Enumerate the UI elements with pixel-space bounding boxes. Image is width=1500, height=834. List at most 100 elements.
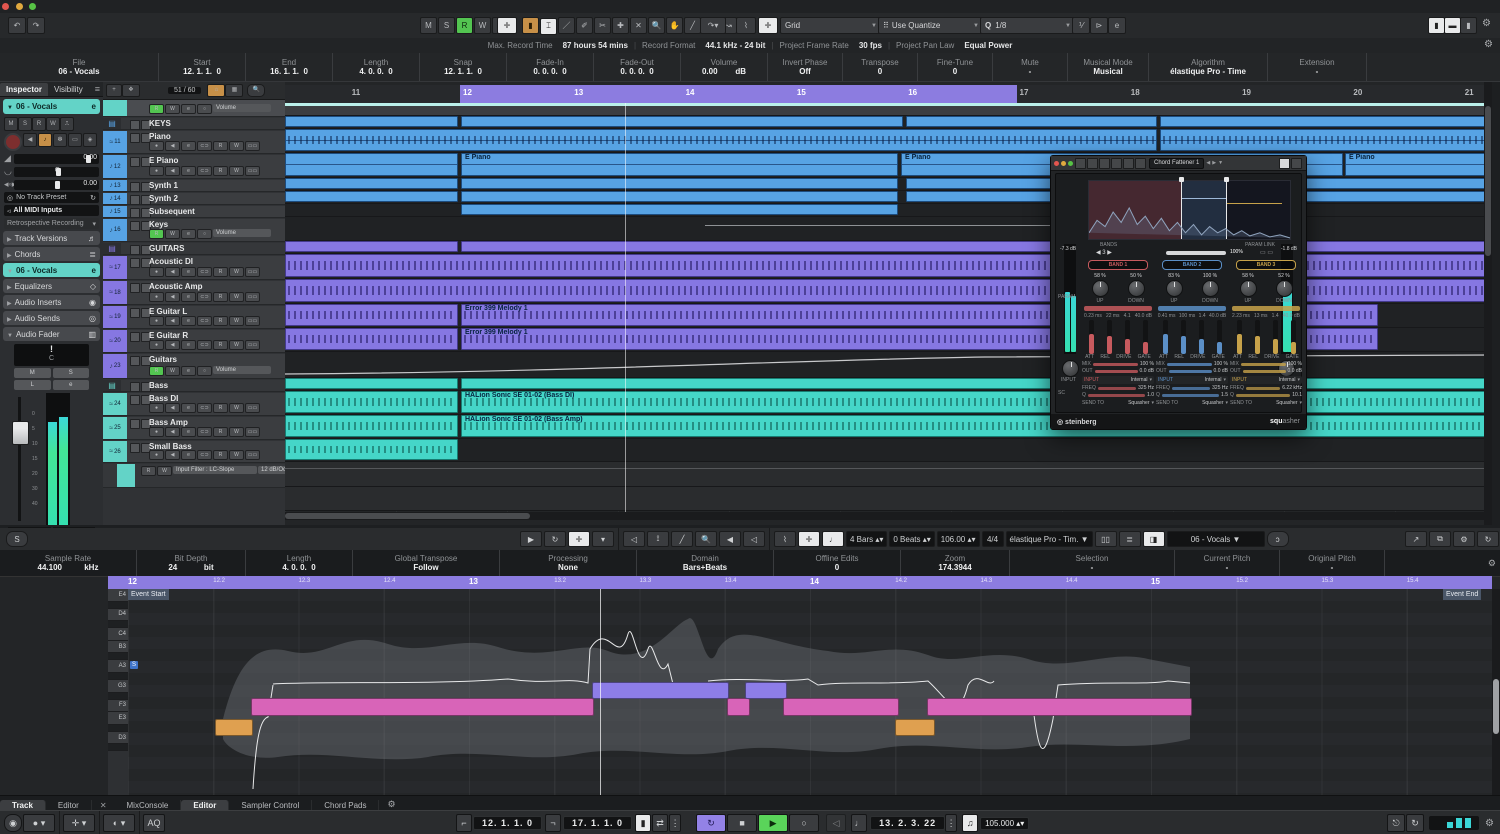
info-field[interactable]: Processing None: [500, 550, 637, 576]
preset-prev-icon[interactable]: ◀: [1206, 160, 1210, 166]
monitor-button[interactable]: ◀: [165, 450, 180, 460]
cycle-button[interactable]: ↻: [696, 814, 727, 832]
hamburger-icon[interactable]: ≡: [95, 84, 100, 94]
send-caret[interactable]: ▾: [1225, 400, 1228, 406]
fader-e-button[interactable]: e: [52, 380, 89, 390]
reset-quantize-icon[interactable]: e: [1108, 17, 1126, 34]
band-header-1[interactable]: BAND 1: [1088, 260, 1148, 270]
info-field[interactable]: Snap 12. 1. 1. 0: [420, 53, 507, 81]
band-up-knob-control[interactable]: [1091, 280, 1109, 297]
row-bar[interactable]: [1166, 362, 1212, 366]
read-button[interactable]: R: [213, 316, 228, 326]
track-row-subsequent[interactable]: ♪ 15 Subsequent: [103, 206, 285, 218]
read-button[interactable]: R: [213, 340, 228, 350]
input-routing-field[interactable]: ◃ All MIDI Inputs: [4, 205, 99, 216]
editor-v-scrollbar[interactable]: [1492, 589, 1500, 801]
info-field[interactable]: End 16. 1. 1. 0: [246, 53, 333, 81]
zoom-tool[interactable]: ✚: [612, 17, 629, 34]
monitor-button[interactable]: ◀: [165, 292, 180, 302]
edit-channel-button[interactable]: e: [181, 292, 196, 302]
freq-bar[interactable]: [1097, 386, 1137, 390]
lane-buttons[interactable]: ▭▭: [245, 403, 260, 413]
input-row-caret[interactable]: ▾: [1297, 377, 1300, 383]
read-button[interactable]: R: [149, 229, 164, 239]
audio-event[interactable]: [285, 279, 1157, 302]
row-bar[interactable]: [1092, 362, 1138, 366]
audio-event[interactable]: [285, 116, 458, 127]
write-button[interactable]: W: [165, 366, 180, 376]
quantize-value-dropdown[interactable]: Q 1/8 ▼: [980, 17, 1076, 34]
read-button[interactable]: R: [213, 450, 228, 460]
band-slider-att[interactable]: [1088, 320, 1094, 354]
input-row-caret[interactable]: ▾: [1223, 377, 1226, 383]
editor-open-in-window-icon[interactable]: ↗: [1405, 531, 1427, 547]
monitor-button[interactable]: ◀: [165, 403, 180, 413]
iterative-quantize-icon[interactable]: ⅟: [1072, 17, 1090, 34]
lane-buttons[interactable]: ▭▭: [245, 292, 260, 302]
black-key[interactable]: [108, 653, 128, 661]
automation-parameter-field[interactable]: Volume: [213, 229, 271, 237]
edit-channel-button[interactable]: e: [181, 229, 196, 239]
info-field[interactable]: Start 12. 1. 1. 0: [159, 53, 246, 81]
automation-lane-row[interactable]: R W Input Filter : LC-Slope 12 dB/Oct: [103, 464, 294, 488]
global-w-button[interactable]: W: [474, 17, 491, 34]
audio-event[interactable]: [285, 241, 458, 252]
mute-button[interactable]: [130, 332, 140, 342]
automation-parameter-field[interactable]: Volume: [213, 104, 271, 112]
black-key[interactable]: [108, 744, 128, 752]
preset-next-icon[interactable]: ▶: [1212, 160, 1216, 166]
audio-event[interactable]: [461, 178, 898, 189]
variaudio-segment[interactable]: [745, 682, 787, 699]
inspector-section-audio-inserts[interactable]: ▶ Audio Inserts ◉: [3, 295, 100, 309]
monitor-mode-dropdown[interactable]: ◐ ▾: [103, 814, 135, 832]
metronome-click-icon[interactable]: ◉: [4, 814, 22, 832]
audio-event[interactable]: [285, 415, 458, 437]
global-s-button[interactable]: S: [438, 17, 455, 34]
mute-button[interactable]: [130, 120, 140, 130]
monitor-icon[interactable]: ◀: [23, 133, 37, 147]
editor-piano-keys[interactable]: E4 D4 C4 B3 A3 S G3 F3 E3 D3: [108, 589, 138, 801]
white-key[interactable]: E3: [108, 712, 128, 725]
insert-bypass-button[interactable]: ⊂⊃: [197, 141, 212, 151]
read-button[interactable]: R: [213, 141, 228, 151]
send-caret[interactable]: ▾: [1299, 400, 1302, 406]
editor-playhead[interactable]: [600, 589, 601, 801]
preset-icon[interactable]: [1123, 157, 1134, 169]
maximize-window-icon[interactable]: [29, 3, 37, 10]
track-row-e-guitar-r[interactable]: ≈20 E Guitar R ● ◀ e ⊂⊃ R W ▭▭: [103, 330, 285, 353]
quantize-dropdown[interactable]: ⠿ Use Quantize ▼: [878, 17, 984, 34]
band-slider-rel[interactable]: [1254, 320, 1260, 354]
editor-quantize-note-icon[interactable]: ♩: [822, 531, 844, 547]
inspector-r-button[interactable]: R: [32, 117, 46, 131]
inspector-section-equalizers[interactable]: ▶ Equalizers ◇: [3, 279, 100, 293]
locator-options-icon[interactable]: ⋮: [669, 814, 682, 832]
record-mode-dropdown[interactable]: ● ▾: [23, 814, 55, 832]
edit-channel-button[interactable]: e: [181, 267, 196, 277]
info-field[interactable]: Invert Phase Off: [768, 53, 843, 81]
info-field[interactable]: Musical Mode Musical: [1068, 53, 1149, 81]
freeze-button[interactable]: ○: [197, 104, 212, 114]
mute-tool[interactable]: ✕: [630, 17, 647, 34]
plugin-titlebar[interactable]: Chord Fattener 1 ◀ ▶ ▼: [1051, 156, 1306, 171]
insert-bypass-button[interactable]: ⊂⊃: [197, 292, 212, 302]
audio-event[interactable]: [285, 191, 458, 202]
info-field[interactable]: Mute -: [993, 53, 1068, 81]
project-ruler[interactable]: 11 12 13 14 15 16 17 18 19 20 21: [285, 85, 1492, 104]
band-slider-rel[interactable]: [1106, 320, 1112, 354]
record-enable-button[interactable]: ●: [149, 403, 164, 413]
mute-button[interactable]: [130, 221, 140, 231]
add-track-icon[interactable]: +: [106, 84, 122, 97]
white-key[interactable]: D3: [108, 731, 128, 745]
goto-left-locator-icon[interactable]: ⌐: [456, 814, 472, 832]
param-link-buttons[interactable]: ▭ ▭: [1260, 249, 1273, 256]
info-field[interactable]: Domain Bars+Beats: [637, 550, 774, 576]
volume-automation-curve[interactable]: [285, 352, 1492, 377]
editor-zone-icon-1[interactable]: ▯▯: [1094, 531, 1117, 547]
erase-tool[interactable]: ✂: [594, 17, 611, 34]
editor-infoline-gear-icon[interactable]: ⚙: [1488, 558, 1500, 569]
fader-L-button[interactable]: L: [14, 380, 51, 390]
audio-event[interactable]: [285, 378, 458, 389]
redo-button[interactable]: ↷: [27, 17, 45, 34]
band-slider-gate[interactable]: [1216, 320, 1222, 354]
position-display[interactable]: 13. 2. 3. 22: [870, 816, 946, 830]
